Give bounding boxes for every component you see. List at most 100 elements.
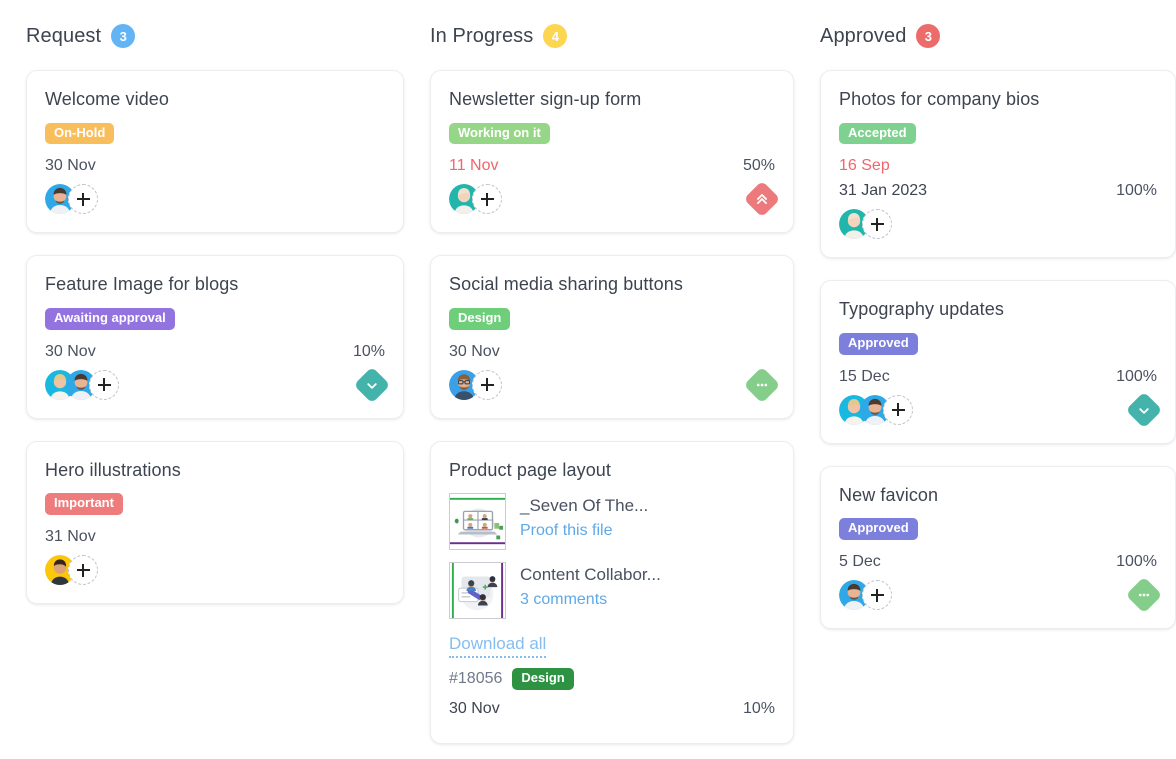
card-meta-row: 30 Nov [449, 343, 775, 361]
task-card[interactable]: Social media sharing buttons Design 30 N… [430, 255, 794, 418]
column-count-badge: 3 [916, 24, 940, 48]
assignee-group [45, 555, 98, 585]
attachment-text: Content Collabor... 3 comments [520, 562, 661, 608]
attachment-item[interactable]: _Seven Of The... Proof this file [449, 493, 775, 550]
task-card[interactable]: Feature Image for blogs Awaiting approva… [26, 255, 404, 418]
progress-percent: 100% [1116, 553, 1157, 571]
card-title: Hero illustrations [45, 459, 385, 482]
ellipsis-icon[interactable] [1126, 577, 1163, 614]
task-card[interactable]: Product page layout [430, 441, 794, 744]
comments-link[interactable]: 3 comments [520, 591, 661, 609]
attachment-thumbnail [449, 562, 506, 619]
add-assignee-button[interactable] [89, 370, 119, 400]
add-assignee-button[interactable] [883, 395, 913, 425]
assignee-group [449, 184, 502, 214]
attachment-item[interactable]: Content Collabor... 3 comments [449, 562, 775, 619]
task-id: #18056 [449, 670, 502, 688]
status-badge[interactable]: Design [449, 308, 510, 330]
status-badge[interactable]: Design [512, 668, 573, 690]
column-header-in-progress: In Progress 4 [430, 22, 794, 50]
progress-percent: 10% [743, 700, 775, 718]
status-badge[interactable]: Awaiting approval [45, 308, 175, 330]
status-badge[interactable]: On-Hold [45, 123, 114, 145]
task-card[interactable]: New favicon Approved 5 Dec 100% [820, 466, 1176, 629]
attachment-name: _Seven Of The... [520, 496, 648, 515]
due-date: 30 Nov [449, 700, 500, 718]
add-assignee-button[interactable] [68, 184, 98, 214]
board-column-request: Request 3 Welcome video On-Hold 30 Nov [0, 22, 404, 759]
status-badge[interactable]: Working on it [449, 123, 550, 145]
card-meta-row: 15 Dec 100% [839, 368, 1157, 386]
due-date: 30 Nov [449, 343, 500, 361]
assignee-group [839, 209, 892, 239]
column-header-request: Request 3 [26, 22, 404, 50]
card-meta-row: 31 Jan 2023 100% [839, 182, 1157, 200]
task-card[interactable]: Hero illustrations Important 31 Nov [26, 441, 404, 604]
card-title: Feature Image for blogs [45, 273, 385, 296]
status-badge[interactable]: Approved [839, 518, 918, 540]
ellipsis-icon[interactable] [744, 366, 781, 403]
double-chevron-up-icon[interactable] [744, 181, 781, 218]
status-badge[interactable]: Approved [839, 333, 918, 355]
card-footer [839, 395, 1157, 425]
assignee-group [45, 184, 98, 214]
task-card[interactable]: Typography updates Approved 15 Dec 100% [820, 280, 1176, 443]
due-date: 15 Dec [839, 368, 890, 386]
card-title: Photos for company bios [839, 88, 1157, 111]
progress-percent: 10% [353, 343, 385, 361]
attachment-thumbnail [449, 493, 506, 550]
due-date: 30 Nov [45, 157, 96, 175]
status-badge[interactable]: Accepted [839, 123, 916, 145]
attachment-text: _Seven Of The... Proof this file [520, 493, 648, 539]
card-title: Product page layout [449, 459, 775, 482]
column-count-badge: 3 [111, 24, 135, 48]
chevron-down-icon[interactable] [354, 366, 391, 403]
due-date: 31 Nov [45, 528, 96, 546]
card-meta-row: 31 Nov [45, 528, 385, 546]
overdue-date: 16 Sep [839, 157, 890, 175]
add-assignee-button[interactable] [862, 580, 892, 610]
chevron-down-icon[interactable] [1126, 391, 1163, 428]
card-id-row: #18056 Design [449, 668, 775, 690]
board-column-approved: Approved 3 Photos for company bios Accep… [794, 22, 1176, 759]
due-date: 31 Jan 2023 [839, 182, 927, 200]
status-badge[interactable]: Important [45, 493, 123, 515]
assignee-group [839, 395, 913, 425]
card-title: Social media sharing buttons [449, 273, 775, 296]
download-all-link[interactable]: Download all [449, 633, 546, 658]
card-footer [449, 370, 775, 400]
task-card[interactable]: Newsletter sign-up form Working on it 11… [430, 70, 794, 233]
card-footer [45, 370, 385, 400]
card-title: Welcome video [45, 88, 385, 111]
assignee-group [449, 370, 502, 400]
card-title: New favicon [839, 484, 1157, 507]
card-footer [45, 555, 385, 585]
task-card[interactable]: Welcome video On-Hold 30 Nov [26, 70, 404, 233]
card-title: Typography updates [839, 298, 1157, 321]
card-footer [449, 184, 775, 214]
add-assignee-button[interactable] [862, 209, 892, 239]
attachment-name: Content Collabor... [520, 565, 661, 584]
card-footer [839, 580, 1157, 610]
card-meta-row: 30 Nov [45, 157, 385, 175]
card-title: Newsletter sign-up form [449, 88, 775, 111]
add-assignee-button[interactable] [68, 555, 98, 585]
kanban-board: Request 3 Welcome video On-Hold 30 Nov [0, 0, 1176, 759]
add-assignee-button[interactable] [472, 184, 502, 214]
column-title: Request [26, 25, 101, 48]
card-footer [839, 209, 1157, 239]
assignee-group [45, 370, 119, 400]
due-date: 5 Dec [839, 553, 881, 571]
column-title: Approved [820, 25, 906, 48]
proof-file-link[interactable]: Proof this file [520, 522, 648, 540]
due-date: 30 Nov [45, 343, 96, 361]
task-card[interactable]: Photos for company bios Accepted 16 Sep … [820, 70, 1176, 258]
add-assignee-button[interactable] [472, 370, 502, 400]
progress-percent: 100% [1116, 182, 1157, 200]
progress-percent: 50% [743, 157, 775, 175]
due-date: 11 Nov [449, 157, 499, 175]
column-title: In Progress [430, 25, 533, 48]
card-meta-row: 5 Dec 100% [839, 553, 1157, 571]
board-column-in-progress: In Progress 4 Newsletter sign-up form Wo… [404, 22, 794, 759]
card-footer [45, 184, 385, 214]
